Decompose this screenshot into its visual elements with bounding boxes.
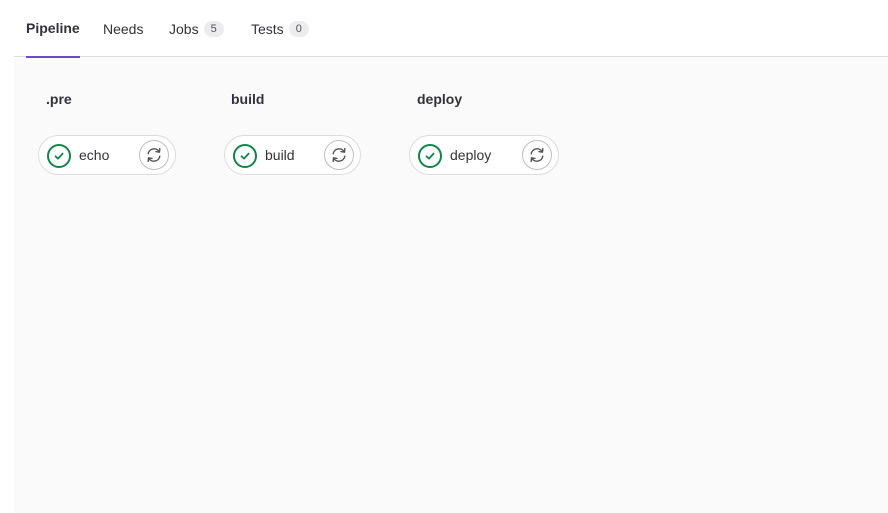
job-pill-deploy[interactable]: deploy — [409, 135, 559, 175]
tab-needs[interactable]: Needs — [103, 0, 143, 57]
job-pill-build[interactable]: build — [224, 135, 361, 175]
stage-title: build — [231, 91, 265, 107]
retry-icon[interactable] — [522, 140, 552, 170]
job-name: deploy — [450, 147, 492, 163]
tab-label: Tests — [251, 20, 284, 37]
check-circle-icon — [233, 144, 257, 168]
job-name: build — [265, 147, 295, 163]
job-name: echo — [79, 147, 110, 163]
pipeline-graph: .pre echo build build deploy deploy — [14, 58, 888, 513]
tab-pipeline[interactable]: Pipeline — [26, 0, 80, 58]
tests-count-badge: 0 — [288, 20, 309, 37]
retry-icon[interactable] — [139, 140, 169, 170]
check-circle-icon — [47, 144, 71, 168]
tab-label: Jobs — [169, 20, 199, 37]
tab-tests[interactable]: Tests 0 — [251, 0, 309, 57]
pipeline-tabs: Pipeline Needs Jobs 5 Tests 0 — [14, 0, 888, 58]
check-circle-icon — [418, 144, 442, 168]
job-pill-echo[interactable]: echo — [38, 135, 176, 175]
tab-label: Needs — [103, 20, 144, 37]
jobs-count-badge: 5 — [203, 20, 224, 37]
tab-jobs[interactable]: Jobs 5 — [169, 0, 224, 57]
stage-title: deploy — [417, 91, 463, 107]
retry-icon[interactable] — [324, 140, 354, 170]
tab-label: Pipeline — [26, 20, 80, 36]
stage-title: .pre — [46, 91, 72, 107]
